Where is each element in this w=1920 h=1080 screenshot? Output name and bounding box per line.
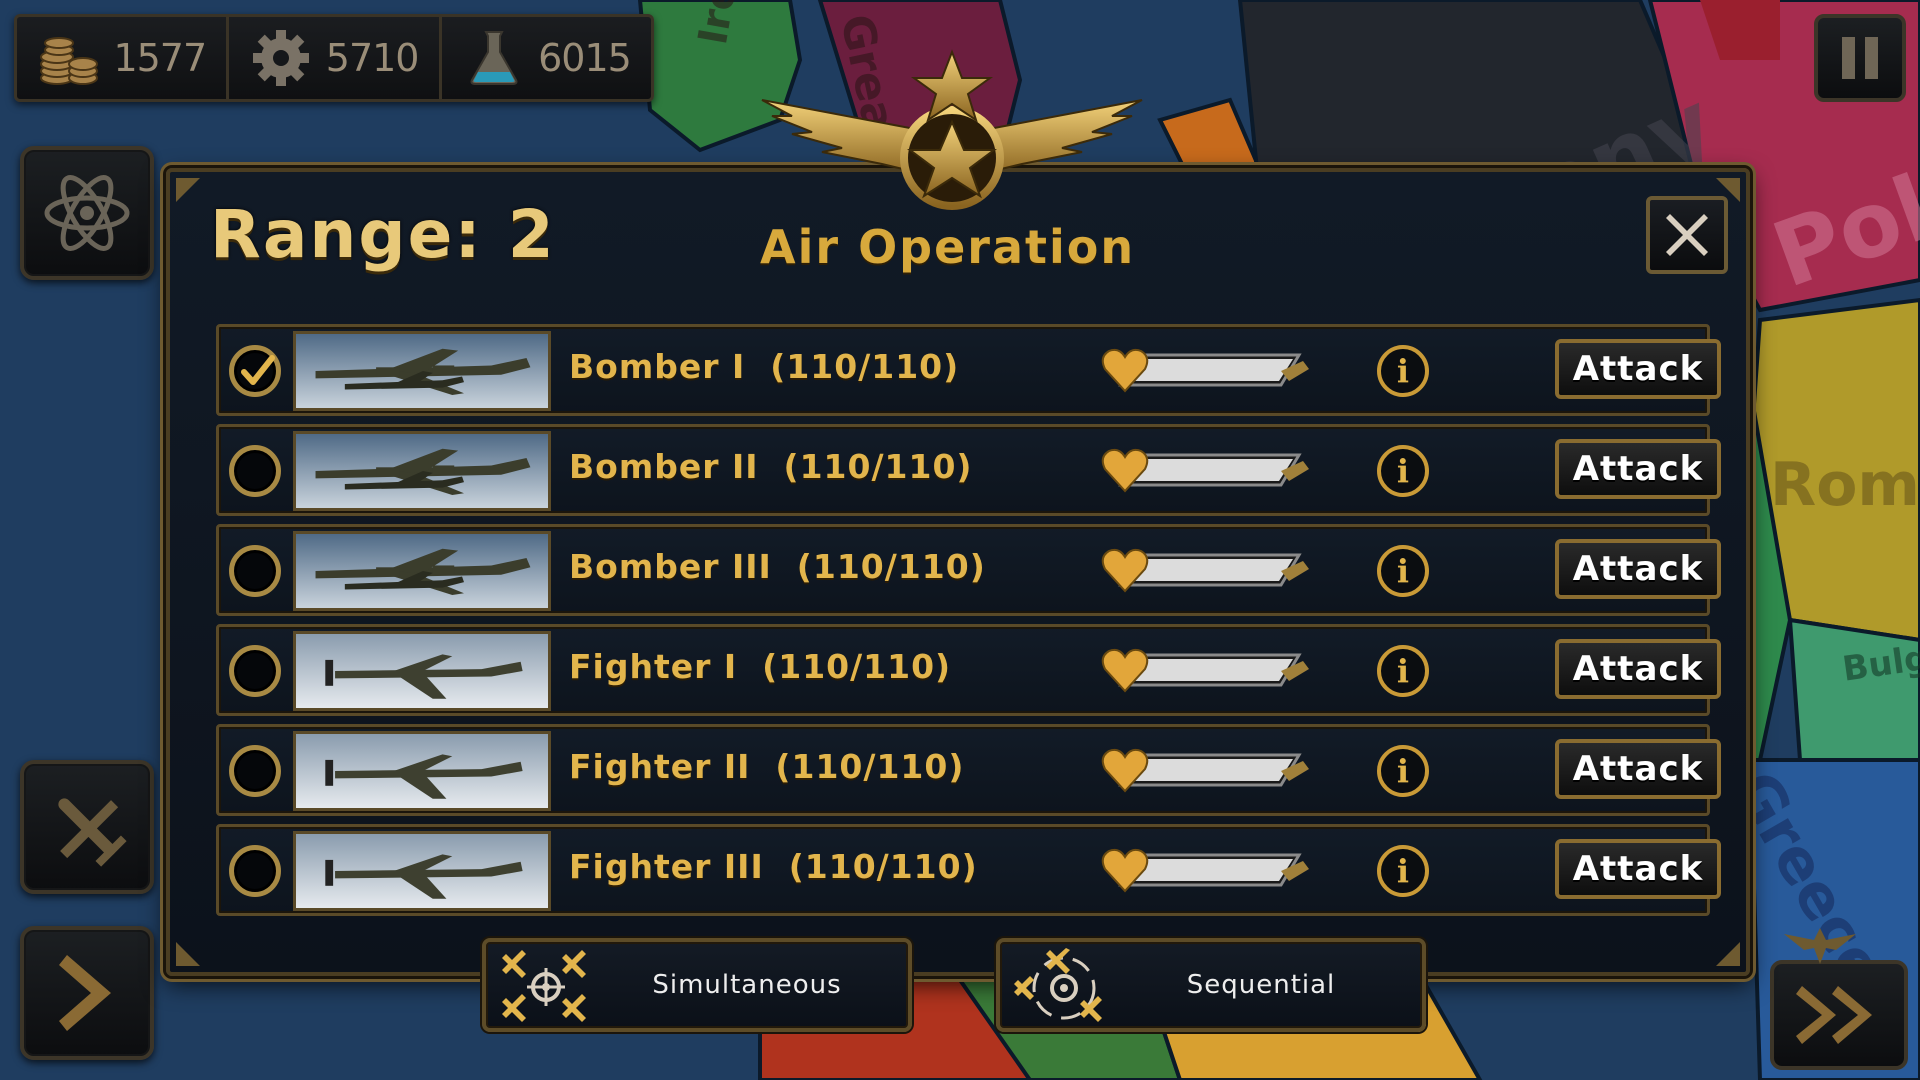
health-fill xyxy=(1127,859,1293,881)
corner-ornament xyxy=(176,942,200,966)
unit-row[interactable]: Bomber II (110/110) i Attack xyxy=(216,424,1721,516)
unit-row[interactable]: Fighter I (110/110) i Attack xyxy=(216,624,1721,716)
corner-ornament xyxy=(1716,178,1740,202)
pause-button[interactable] xyxy=(1814,14,1906,102)
attack-button[interactable]: Attack xyxy=(1555,339,1721,399)
eagle-emblem xyxy=(1784,928,1856,964)
bomber-thumbnail xyxy=(293,331,551,411)
info-button[interactable]: i xyxy=(1377,745,1429,797)
double-chevron-icon xyxy=(1796,986,1872,1044)
gear-icon xyxy=(253,30,310,86)
air-units-button[interactable] xyxy=(20,760,154,894)
unit-row[interactable]: Bomber I (110/110) i Attack xyxy=(216,324,1721,416)
attack-button[interactable]: Attack xyxy=(1555,639,1721,699)
info-button[interactable]: i xyxy=(1377,445,1429,497)
unit-name: Bomber I (110/110) xyxy=(569,347,960,386)
crossed-planes-target-icon xyxy=(502,950,586,1022)
health-bar xyxy=(1099,641,1311,697)
close-button[interactable] xyxy=(1646,196,1728,274)
info-button[interactable]: i xyxy=(1377,345,1429,397)
dialog-title: Air Operation xyxy=(760,220,1136,274)
gold-resource: 1577 xyxy=(17,17,230,99)
atom-icon xyxy=(44,175,130,251)
airplane-icon xyxy=(58,798,127,867)
unit-name: Fighter I (110/110) xyxy=(569,647,952,686)
range-label: Range: 2 xyxy=(210,196,556,273)
health-bar xyxy=(1099,841,1311,897)
science-resource: 6015 xyxy=(442,17,651,99)
unit-select-radio[interactable] xyxy=(229,545,281,597)
winged-star-emblem xyxy=(761,49,1143,210)
sequential-label: Sequential xyxy=(1186,970,1336,1000)
health-fill xyxy=(1127,459,1293,481)
attack-button[interactable]: Attack xyxy=(1555,839,1721,899)
resource-bar: 1577 5710 6015 xyxy=(14,14,654,102)
health-bar xyxy=(1099,441,1311,497)
end-turn-button[interactable] xyxy=(1770,960,1908,1070)
health-bar xyxy=(1099,341,1311,397)
info-button[interactable]: i xyxy=(1377,545,1429,597)
pause-icon xyxy=(1842,37,1878,79)
attack-button[interactable]: Attack xyxy=(1555,539,1721,599)
unit-name: Bomber II (110/110) xyxy=(569,447,973,486)
health-bar xyxy=(1099,741,1311,797)
unit-select-radio[interactable] xyxy=(229,445,281,497)
unit-row[interactable]: Fighter III (110/110) i Attack xyxy=(216,824,1721,916)
fighter-thumbnail xyxy=(293,631,551,711)
gold-value: 1577 xyxy=(113,36,207,80)
coins-icon xyxy=(40,37,99,85)
circling-planes-target-icon xyxy=(1014,948,1102,1022)
close-icon xyxy=(1666,214,1708,256)
unit-select-radio[interactable] xyxy=(229,645,281,697)
unit-select-radio[interactable] xyxy=(229,845,281,897)
health-fill xyxy=(1127,559,1293,581)
industry-resource: 5710 xyxy=(229,17,442,99)
next-button[interactable] xyxy=(20,926,154,1060)
fighter-thumbnail xyxy=(293,731,551,811)
corner-ornament xyxy=(176,178,200,202)
attack-button[interactable]: Attack xyxy=(1555,439,1721,499)
info-button[interactable]: i xyxy=(1377,845,1429,897)
checkmark-icon xyxy=(241,355,275,385)
map-label-romania: Rom xyxy=(1770,450,1920,520)
chevron-right-icon xyxy=(59,955,111,1031)
info-button[interactable]: i xyxy=(1377,645,1429,697)
fighter-thumbnail xyxy=(293,831,551,911)
attack-button[interactable]: Attack xyxy=(1555,739,1721,799)
corner-ornament xyxy=(1716,942,1740,966)
unit-list: Bomber I (110/110) i Attack Bomber II (1… xyxy=(216,324,1721,924)
air-operation-dialog: Range: 2 Air Operation Bomber I (110/110… xyxy=(166,168,1750,976)
unit-name: Fighter II (110/110) xyxy=(569,747,965,786)
unit-name: Fighter III (110/110) xyxy=(569,847,978,886)
simultaneous-label: Simultaneous xyxy=(652,970,842,1000)
science-value: 6015 xyxy=(538,36,632,80)
sequential-button[interactable]: Sequential xyxy=(996,938,1426,1032)
health-fill xyxy=(1127,759,1293,781)
health-fill xyxy=(1127,659,1293,681)
health-fill xyxy=(1127,359,1293,381)
bomber-thumbnail xyxy=(293,531,551,611)
research-button[interactable] xyxy=(20,146,154,280)
simultaneous-button[interactable]: Simultaneous xyxy=(482,938,912,1032)
unit-row[interactable]: Fighter II (110/110) i Attack xyxy=(216,724,1721,816)
unit-name: Bomber III (110/110) xyxy=(569,547,986,586)
unit-select-radio[interactable] xyxy=(229,745,281,797)
bomber-thumbnail xyxy=(293,431,551,511)
unit-select-radio[interactable] xyxy=(229,345,281,397)
industry-value: 5710 xyxy=(325,36,420,80)
health-bar xyxy=(1099,541,1311,597)
unit-row[interactable]: Bomber III (110/110) i Attack xyxy=(216,524,1721,616)
flask-icon xyxy=(470,31,518,85)
